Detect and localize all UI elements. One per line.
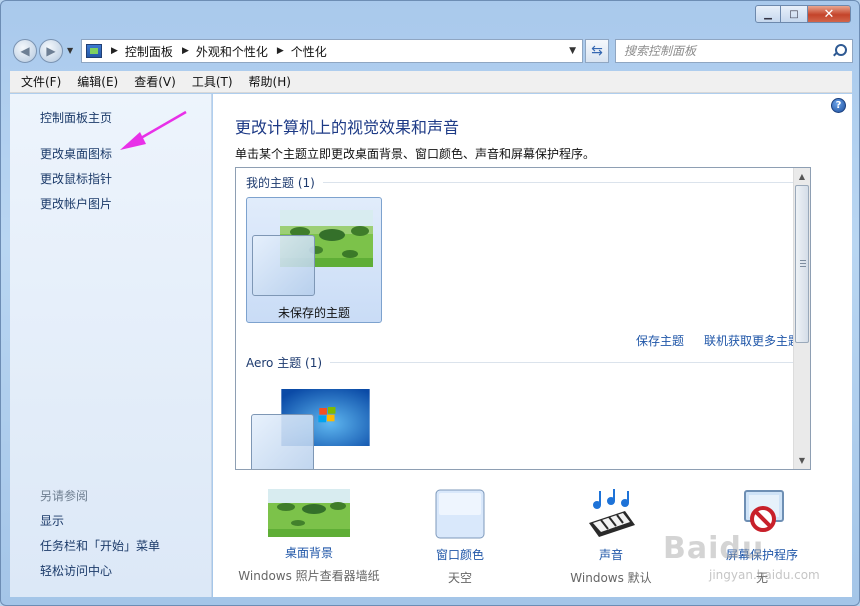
annotation-arrow-icon <box>120 110 187 150</box>
desktop-background-item[interactable]: 桌面背景 Windows 照片查看器墙纸 <box>234 489 384 584</box>
window-controls: ▁ □ ✕ <box>755 5 851 23</box>
scroll-grip-icon <box>800 260 806 267</box>
sidebar-link-display[interactable]: 显示 <box>40 512 64 529</box>
recent-pages-chevron-down-icon[interactable]: ▼ <box>67 46 73 55</box>
maximize-button[interactable]: □ <box>781 5 807 23</box>
sidebar-link-control-panel-home[interactable]: 控制面板主页 <box>40 109 112 126</box>
desktop-background-value: Windows 照片查看器墙纸 <box>238 569 380 583</box>
aero-themes-heading: Aero 主题 (1) <box>246 354 810 371</box>
desktop-background-label[interactable]: 桌面背景 <box>234 544 384 561</box>
menu-bar: 文件(F) 编辑(E) 查看(V) 工具(T) 帮助(H) <box>10 71 852 93</box>
theme-list[interactable]: 我的主题 (1) 未保存的主题 保存主题 联机获取更多主题 Aero 主题 (1… <box>235 167 811 470</box>
navigation-bar: ◀ ▶ ▼ ▶ 控制面板 ▶ 外观和个性化 ▶ 个性化 ▼ ⇆ <box>11 38 853 64</box>
breadcrumb-control-panel[interactable]: 控制面板 <box>125 43 173 60</box>
sidebar-link-change-mouse-pointers[interactable]: 更改鼠标指针 <box>40 170 112 187</box>
help-icon[interactable]: ? <box>831 98 846 113</box>
address-chevron-down-icon[interactable]: ▼ <box>569 46 576 56</box>
close-icon: ✕ <box>823 6 835 22</box>
sidebar-link-change-account-picture[interactable]: 更改帐户图片 <box>40 195 112 212</box>
breadcrumb-chevron-icon[interactable]: ▶ <box>277 46 284 56</box>
theme-list-scrollbar[interactable]: ▲ ▼ <box>793 168 810 469</box>
save-theme-link[interactable]: 保存主题 <box>636 332 684 349</box>
sidebar-link-change-desktop-icons[interactable]: 更改桌面图标 <box>40 145 112 162</box>
main-content: ? 更改计算机上的视觉效果和声音 单击某个主题立即更改桌面背景、窗口颜色、声音和… <box>213 94 852 597</box>
window-glass-preview <box>252 235 315 296</box>
window-color-value: 天空 <box>447 571 472 585</box>
minimize-button[interactable]: ▁ <box>755 5 781 23</box>
theme-tile-windows7[interactable] <box>246 377 382 469</box>
search-icon[interactable] <box>832 44 847 58</box>
control-panel-icon <box>86 44 102 58</box>
breadcrumb-chevron-icon[interactable]: ▶ <box>111 46 118 56</box>
group-divider <box>330 362 810 363</box>
window-color-icon <box>435 489 485 539</box>
desktop-background-icon <box>268 489 350 537</box>
breadcrumb-personalization[interactable]: 个性化 <box>291 43 327 60</box>
menu-edit[interactable]: 编辑(E) <box>69 73 126 90</box>
forward-arrow-icon: ▶ <box>46 44 56 58</box>
menu-tools[interactable]: 工具(T) <box>184 73 241 90</box>
my-themes-heading: 我的主题 (1) <box>246 174 810 191</box>
window-color-item[interactable]: 窗口颜色 天空 <box>385 489 535 586</box>
explorer-window: ▁ □ ✕ ◀ ▶ ▼ ▶ 控制面板 ▶ 外观和个性化 ▶ 个性化 ▼ ⇆ 文件… <box>0 0 860 606</box>
scroll-thumb[interactable] <box>795 185 809 343</box>
see-also-heading: 另请参阅 <box>40 489 89 503</box>
menu-view[interactable]: 查看(V) <box>126 73 184 90</box>
get-more-themes-link[interactable]: 联机获取更多主题 <box>704 332 800 349</box>
sidebar-link-taskbar-start-menu[interactable]: 任务栏和「开始」菜单 <box>40 537 160 554</box>
theme-tile-unsaved[interactable]: 未保存的主题 <box>246 197 382 323</box>
search-input[interactable] <box>624 44 814 58</box>
my-themes-heading-label: 我的主题 (1) <box>246 176 315 190</box>
minimize-icon: ▁ <box>764 8 772 20</box>
baidu-watermark: Baidu <box>663 531 765 566</box>
sidebar-link-ease-of-access[interactable]: 轻松访问中心 <box>40 562 112 579</box>
breadcrumb-appearance[interactable]: 外观和个性化 <box>196 43 268 60</box>
back-arrow-icon: ◀ <box>20 44 30 58</box>
theme-tile-label: 未保存的主题 <box>277 306 350 320</box>
menu-file[interactable]: 文件(F) <box>13 73 69 90</box>
close-button[interactable]: ✕ <box>807 5 851 23</box>
scroll-down-icon[interactable]: ▼ <box>794 452 810 469</box>
group-divider <box>322 182 810 183</box>
sounds-icon <box>589 489 635 537</box>
page-title: 更改计算机上的视觉效果和声音 <box>235 118 460 137</box>
sounds-value: Windows 默认 <box>570 571 652 585</box>
back-button[interactable]: ◀ <box>13 39 37 63</box>
scroll-up-icon[interactable]: ▲ <box>794 168 810 185</box>
refresh-button[interactable]: ⇆ <box>585 39 609 63</box>
aero-themes-heading-label: Aero 主题 (1) <box>246 356 323 370</box>
window-glass-preview <box>251 414 314 469</box>
baidu-watermark-url: jingyan.baidu.com <box>709 568 820 582</box>
forward-button[interactable]: ▶ <box>39 39 63 63</box>
maximize-icon: □ <box>789 8 799 20</box>
window-color-label[interactable]: 窗口颜色 <box>385 546 535 563</box>
search-box <box>615 39 853 63</box>
sidebar: 控制面板主页 更改桌面图标 更改鼠标指针 更改帐户图片 另请参阅 显示 任务栏和… <box>10 94 212 597</box>
menu-help[interactable]: 帮助(H) <box>241 73 299 90</box>
help-symbol: ? <box>835 100 842 111</box>
breadcrumb-chevron-icon[interactable]: ▶ <box>182 46 189 56</box>
address-bar[interactable]: ▶ 控制面板 ▶ 外观和个性化 ▶ 个性化 ▼ <box>81 39 583 63</box>
refresh-icon: ⇆ <box>591 43 603 59</box>
page-description: 单击某个主题立即更改桌面背景、窗口颜色、声音和屏幕保护程序。 <box>235 147 596 161</box>
